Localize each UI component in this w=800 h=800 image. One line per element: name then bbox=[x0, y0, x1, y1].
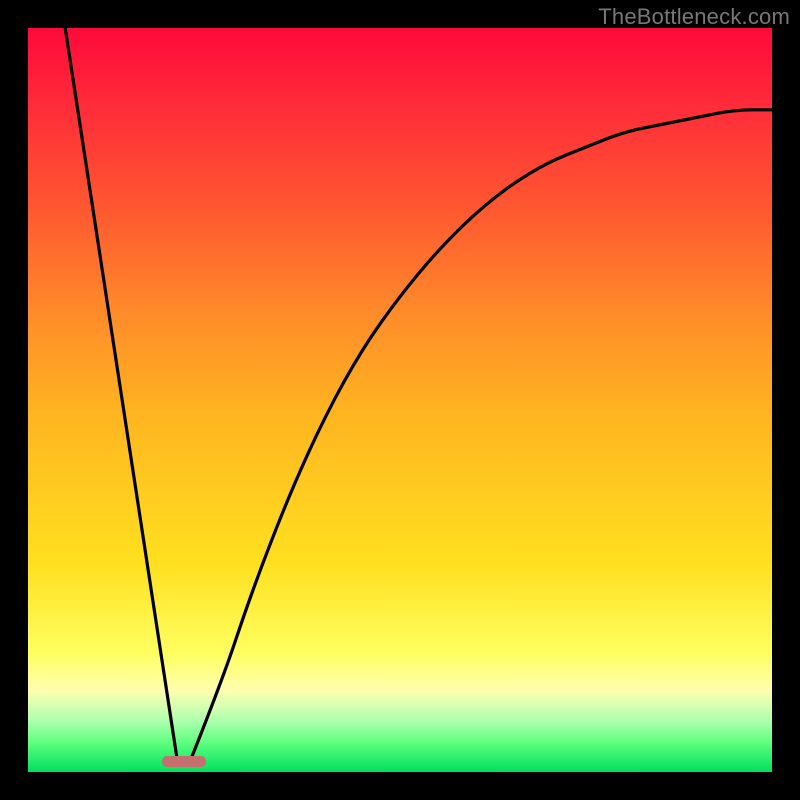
curve-svg bbox=[28, 28, 772, 772]
curve-left-branch bbox=[65, 28, 177, 757]
watermark: TheBottleneck.com bbox=[598, 4, 790, 30]
curve-right-branch bbox=[192, 110, 772, 757]
plot-area bbox=[28, 28, 772, 772]
bottleneck-marker bbox=[162, 756, 207, 767]
